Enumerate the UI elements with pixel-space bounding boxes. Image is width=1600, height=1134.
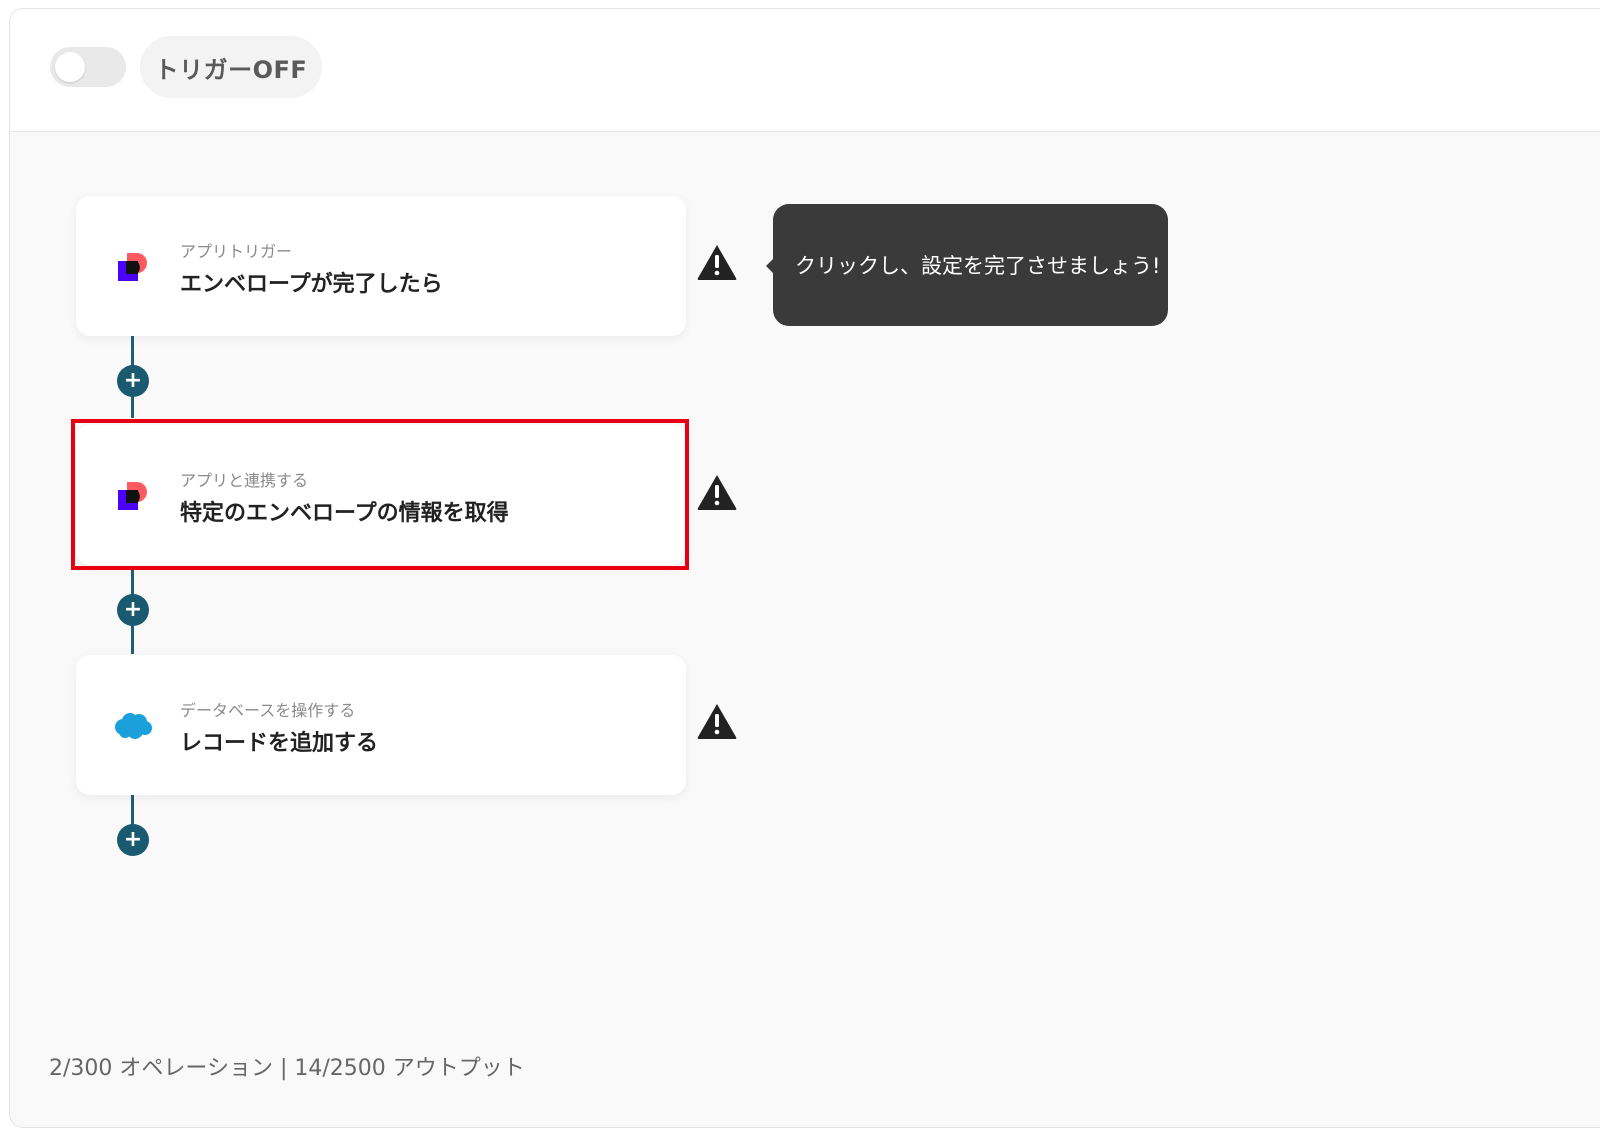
flow-header: トリガーOFF <box>10 9 1600 132</box>
docusign-icon <box>118 253 147 281</box>
add-step-button[interactable]: + <box>117 824 149 856</box>
step-category: データベースを操作する <box>180 701 356 720</box>
setup-tooltip: クリックし、設定を完了させましょう! <box>773 204 1168 326</box>
step-title: エンベロープが完了したら <box>180 272 443 297</box>
warning-icon[interactable] <box>696 702 738 740</box>
connector-line <box>131 795 134 825</box>
step-title: レコードを追加する <box>180 731 379 756</box>
add-step-button[interactable]: + <box>117 365 149 397</box>
add-step-button[interactable]: + <box>117 594 149 626</box>
flow-step-database[interactable]: データベースを操作する レコードを追加する <box>76 655 686 795</box>
highlight-box <box>71 419 689 570</box>
salesforce-cloud-icon <box>115 713 152 739</box>
flow-editor-panel: トリガーOFF + + + アプリトリガー エンベロープが完了したら アプリと連… <box>9 8 1600 1128</box>
flow-step-trigger[interactable]: アプリトリガー エンベロープが完了したら <box>76 196 686 336</box>
trigger-status-label[interactable]: トリガーOFF <box>140 36 322 98</box>
trigger-toggle[interactable] <box>50 47 126 87</box>
warning-icon[interactable] <box>696 243 738 281</box>
step-category: アプリトリガー <box>180 242 293 261</box>
warning-icon[interactable] <box>696 473 738 511</box>
usage-counter: 2/300 オペレーション | 14/2500 アウトプット <box>49 1056 525 1081</box>
toggle-knob <box>55 52 85 82</box>
